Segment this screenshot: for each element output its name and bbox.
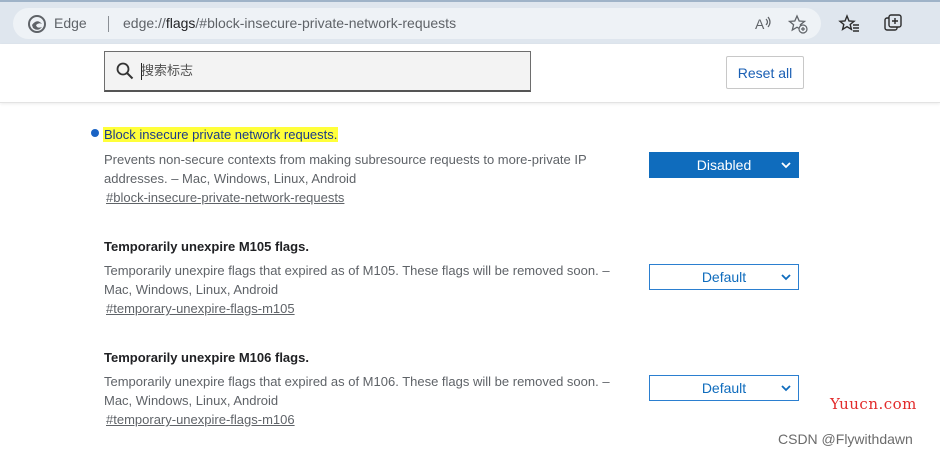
address-bar[interactable]: Edge edge://flags/#block-insecure-privat… xyxy=(13,8,821,39)
flag-anchor-link[interactable]: #block-insecure-private-network-requests xyxy=(106,189,344,207)
flags-search-header: Reset all xyxy=(0,44,940,103)
browser-brand: Edge xyxy=(54,15,87,31)
flag-title: Temporarily unexpire M106 flags. xyxy=(104,350,309,365)
address-divider xyxy=(108,16,109,32)
browser-toolbar: Edge edge://flags/#block-insecure-privat… xyxy=(0,0,940,44)
url-text[interactable]: edge://flags/#block-insecure-private-net… xyxy=(123,15,456,31)
select-value: Default xyxy=(701,269,747,285)
collections-icon[interactable] xyxy=(882,13,904,35)
url-host: flags xyxy=(165,15,196,31)
modified-indicator xyxy=(91,129,99,137)
svg-text:A: A xyxy=(755,16,765,32)
flag-description: Temporarily unexpire flags that expired … xyxy=(104,374,610,408)
flag-state-select[interactable]: Default xyxy=(649,375,799,401)
search-icon xyxy=(116,62,134,80)
url-path: /#block-insecure-private-network-request… xyxy=(195,15,457,31)
search-box[interactable] xyxy=(104,51,531,92)
author-watermark: CSDN @Flywithdawn xyxy=(778,431,913,447)
flag-anchor-link[interactable]: #temporary-unexpire-flags-m106 xyxy=(106,411,295,429)
flag-title: Block insecure private network requests. xyxy=(103,127,339,142)
edge-logo-icon xyxy=(28,15,46,33)
url-scheme: edge:// xyxy=(123,15,166,31)
flag-description: Prevents non-secure contexts from making… xyxy=(104,152,587,186)
search-input[interactable] xyxy=(141,60,511,82)
select-value: Default xyxy=(701,380,747,396)
read-aloud-icon[interactable]: A xyxy=(753,14,773,34)
favorites-icon[interactable] xyxy=(838,13,860,35)
flag-anchor-link[interactable]: #temporary-unexpire-flags-m105 xyxy=(106,300,295,318)
select-value: Disabled xyxy=(696,157,752,173)
flag-title: Temporarily unexpire M105 flags. xyxy=(104,239,309,254)
reset-all-button[interactable]: Reset all xyxy=(726,56,804,89)
chevron-down-icon xyxy=(781,162,791,169)
add-favorite-icon[interactable] xyxy=(788,14,808,34)
flag-description: Temporarily unexpire flags that expired … xyxy=(104,263,610,297)
chevron-down-icon xyxy=(781,385,791,392)
site-watermark: Yuucn.com xyxy=(830,395,917,413)
flag-state-select[interactable]: Default xyxy=(649,264,799,290)
chevron-down-icon xyxy=(781,274,791,281)
flag-state-select[interactable]: Disabled xyxy=(649,152,799,178)
